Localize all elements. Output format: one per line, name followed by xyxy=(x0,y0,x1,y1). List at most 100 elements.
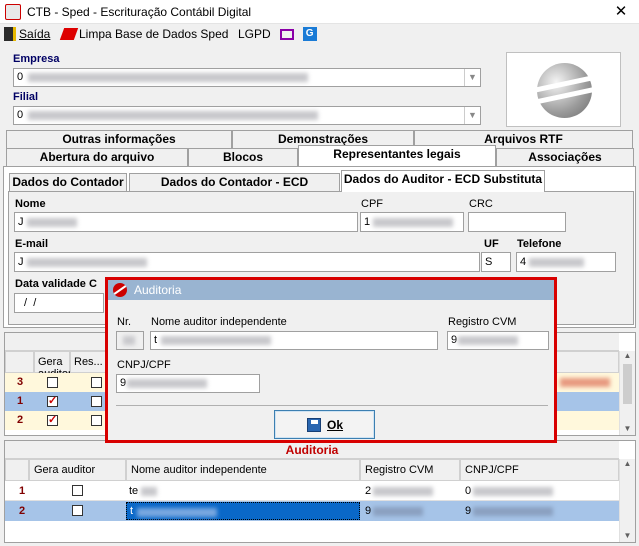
nr-label: Nr. xyxy=(117,316,132,328)
res-checkbox[interactable] xyxy=(91,377,102,388)
registro-cell: 2 xyxy=(365,485,372,497)
upper-col-res[interactable]: Res... xyxy=(70,351,106,373)
lower-grid-title: Auditoria xyxy=(5,441,619,459)
tab-outras-informacoes[interactable]: Outras informações xyxy=(6,130,232,148)
empresa-label: Empresa xyxy=(13,53,60,65)
cnpj-cell: 9 xyxy=(465,505,472,517)
row-number: 2 xyxy=(19,505,26,517)
close-icon[interactable]: ✕ xyxy=(606,2,636,22)
lower-col-cnpj[interactable]: CNPJ/CPF xyxy=(460,459,619,481)
dialog-cnpj-label: CNPJ/CPF xyxy=(117,359,171,371)
scroll-thumb[interactable] xyxy=(623,364,632,404)
registro-cell: 9 xyxy=(365,505,372,517)
scroll-down-icon[interactable]: ▼ xyxy=(620,531,635,540)
lower-col-gera[interactable]: Gera auditor xyxy=(29,459,126,481)
scroll-up-icon[interactable]: ▲ xyxy=(620,351,635,360)
telefone-value: 4 xyxy=(520,256,527,268)
data-validade-field[interactable]: / / xyxy=(14,293,104,313)
g-logo-icon: G xyxy=(302,27,317,41)
lower-grid-corner xyxy=(5,459,29,481)
cnpj-cell: 0 xyxy=(465,485,472,497)
monitor-icon xyxy=(279,28,294,40)
gera-checkbox[interactable] xyxy=(72,505,83,516)
ok-button-label: Ok xyxy=(327,418,344,432)
tab-associacoes[interactable]: Associações xyxy=(496,148,634,166)
nome-field[interactable]: J xyxy=(14,212,358,232)
dialog-registro-field[interactable]: 9 xyxy=(447,331,549,350)
menu-saida[interactable]: Saída xyxy=(4,27,50,41)
email-field[interactable]: J xyxy=(14,252,480,272)
telefone-field[interactable]: 4 xyxy=(516,252,616,272)
lower-scrollbar[interactable]: ▲ ▼ xyxy=(619,459,635,542)
save-icon xyxy=(307,418,321,432)
lower-col-nome[interactable]: Nome auditor independente xyxy=(126,459,360,481)
menu-saida-label: Saída xyxy=(19,27,51,41)
upper-scrollbar[interactable]: ▲ ▼ xyxy=(619,351,635,435)
dialog-nome-field[interactable]: t xyxy=(150,331,438,350)
app-icon xyxy=(5,4,21,20)
nome-cell-focused[interactable]: t xyxy=(126,502,360,520)
uf-field[interactable]: S xyxy=(481,252,511,272)
nome-cell: te xyxy=(129,485,139,497)
nome-cell: t xyxy=(130,505,134,517)
subtab-auditor-substituta[interactable]: Dados do Auditor - ECD Substituta xyxy=(341,170,545,192)
menu-limpa-base[interactable]: Limpa Base de Dados Sped xyxy=(59,27,229,41)
gera-checkbox[interactable] xyxy=(47,413,58,426)
dialog-nome-label: Nome auditor independente xyxy=(151,316,287,328)
tab-blocos[interactable]: Blocos xyxy=(188,148,298,166)
gera-checkbox[interactable] xyxy=(47,394,58,407)
scroll-up-icon[interactable]: ▲ xyxy=(620,459,635,468)
empresa-select[interactable]: 0 ▼ xyxy=(13,68,481,87)
subtab-contador-substituta[interactable]: Dados do Contador - ECD Substituta xyxy=(129,173,340,206)
gera-checkbox[interactable] xyxy=(47,377,58,388)
dialog-cnpj-field[interactable]: 9 xyxy=(116,374,260,393)
data-validade-label: Data validade C xyxy=(15,278,97,290)
nome-value: J xyxy=(18,216,24,228)
lower-col-registro[interactable]: Registro CVM xyxy=(360,459,460,481)
menu-limpa-label: Limpa Base de Dados Sped xyxy=(79,27,229,41)
crc-field[interactable] xyxy=(468,212,566,232)
crc-label: CRC xyxy=(469,198,493,210)
cpf-label: CPF xyxy=(361,198,383,210)
nr-field xyxy=(116,331,144,350)
filial-select[interactable]: 0 ▼ xyxy=(13,106,481,125)
data-validade-value: / / xyxy=(21,297,37,309)
menu-lgpd[interactable]: LGPD G xyxy=(238,27,317,41)
exit-icon xyxy=(4,27,16,41)
gera-checkbox[interactable] xyxy=(72,485,83,496)
subtab-dados-contador[interactable]: Dados do Contador xyxy=(9,173,127,191)
tab-abertura-arquivo[interactable]: Abertura do arquivo xyxy=(6,148,188,166)
dialog-title: Auditoria xyxy=(134,283,182,297)
ok-button[interactable]: Ok xyxy=(274,410,375,439)
menu-lgpd-label: LGPD xyxy=(238,27,271,41)
uf-value: S xyxy=(485,256,493,268)
table-row[interactable]: 1 te 2 0 xyxy=(5,481,619,501)
row-number: 3 xyxy=(17,376,24,388)
cpf-field[interactable]: 1 xyxy=(360,212,464,232)
scroll-down-icon[interactable]: ▼ xyxy=(620,424,635,433)
title-bar: CTB - Sped - Escrituração Contábil Digit… xyxy=(0,0,639,24)
res-checkbox[interactable] xyxy=(91,415,102,426)
row-number: 1 xyxy=(17,395,24,407)
res-checkbox[interactable] xyxy=(91,396,102,407)
tab-representantes-legais[interactable]: Representantes legais xyxy=(298,145,496,166)
chevron-down-icon[interactable]: ▼ xyxy=(464,107,480,124)
upper-col-gera[interactable]: Gera auditor xyxy=(34,351,72,380)
filial-value: 0 xyxy=(17,109,24,121)
company-logo xyxy=(506,52,621,127)
auditoria-dialog: Auditoria Nr. Nome auditor independente … xyxy=(105,277,557,443)
empresa-value: 0 xyxy=(17,71,24,83)
upper-grid-corner xyxy=(5,351,34,373)
telefone-label: Telefone xyxy=(517,238,562,250)
dialog-cnpj-value: 9 xyxy=(120,377,127,389)
uf-label: UF xyxy=(484,238,499,250)
chevron-down-icon[interactable]: ▼ xyxy=(464,69,480,86)
menu-bar: Saída Limpa Base de Dados Sped LGPD G xyxy=(0,24,639,46)
table-row[interactable]: 2 t 9 9 xyxy=(5,501,619,521)
app-logo-icon xyxy=(113,283,127,297)
email-label: E-mail xyxy=(15,238,49,250)
eraser-icon xyxy=(59,28,79,40)
dialog-registro-value: 9 xyxy=(451,334,458,346)
dialog-registro-label: Registro CVM xyxy=(448,316,517,328)
cpf-value: 1 xyxy=(364,216,371,228)
